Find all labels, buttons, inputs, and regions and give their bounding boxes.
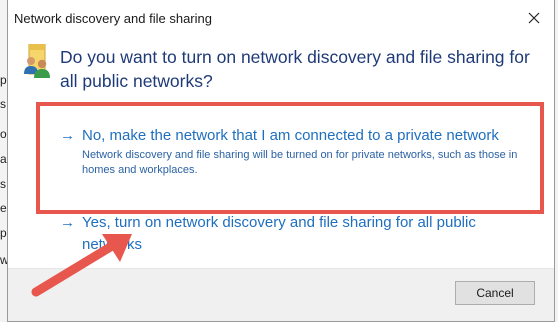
network-users-icon bbox=[24, 44, 50, 78]
option-label: No, make the network that I am connected… bbox=[82, 127, 499, 144]
option-description: Network discovery and file sharing will … bbox=[82, 149, 518, 176]
network-sharing-dialog: Network discovery and file sharing Do yo… bbox=[7, 0, 555, 322]
arrow-right-icon: → bbox=[60, 214, 75, 231]
option-public-networks[interactable]: → Yes, turn on network discovery and fil… bbox=[60, 212, 530, 256]
arrow-right-icon: → bbox=[60, 127, 75, 144]
option-private-network[interactable]: → No, make the network that I am connect… bbox=[60, 125, 530, 178]
cancel-button[interactable]: Cancel bbox=[455, 281, 535, 305]
dialog-title: Network discovery and file sharing bbox=[14, 11, 212, 26]
option-label: Yes, turn on network discovery and file … bbox=[82, 214, 476, 253]
title-bar: Network discovery and file sharing bbox=[8, 0, 554, 36]
close-icon bbox=[528, 12, 540, 24]
close-button[interactable] bbox=[518, 4, 550, 32]
dialog-question: Do you want to turn on network discovery… bbox=[60, 47, 530, 91]
dialog-footer: Cancel bbox=[8, 268, 554, 321]
